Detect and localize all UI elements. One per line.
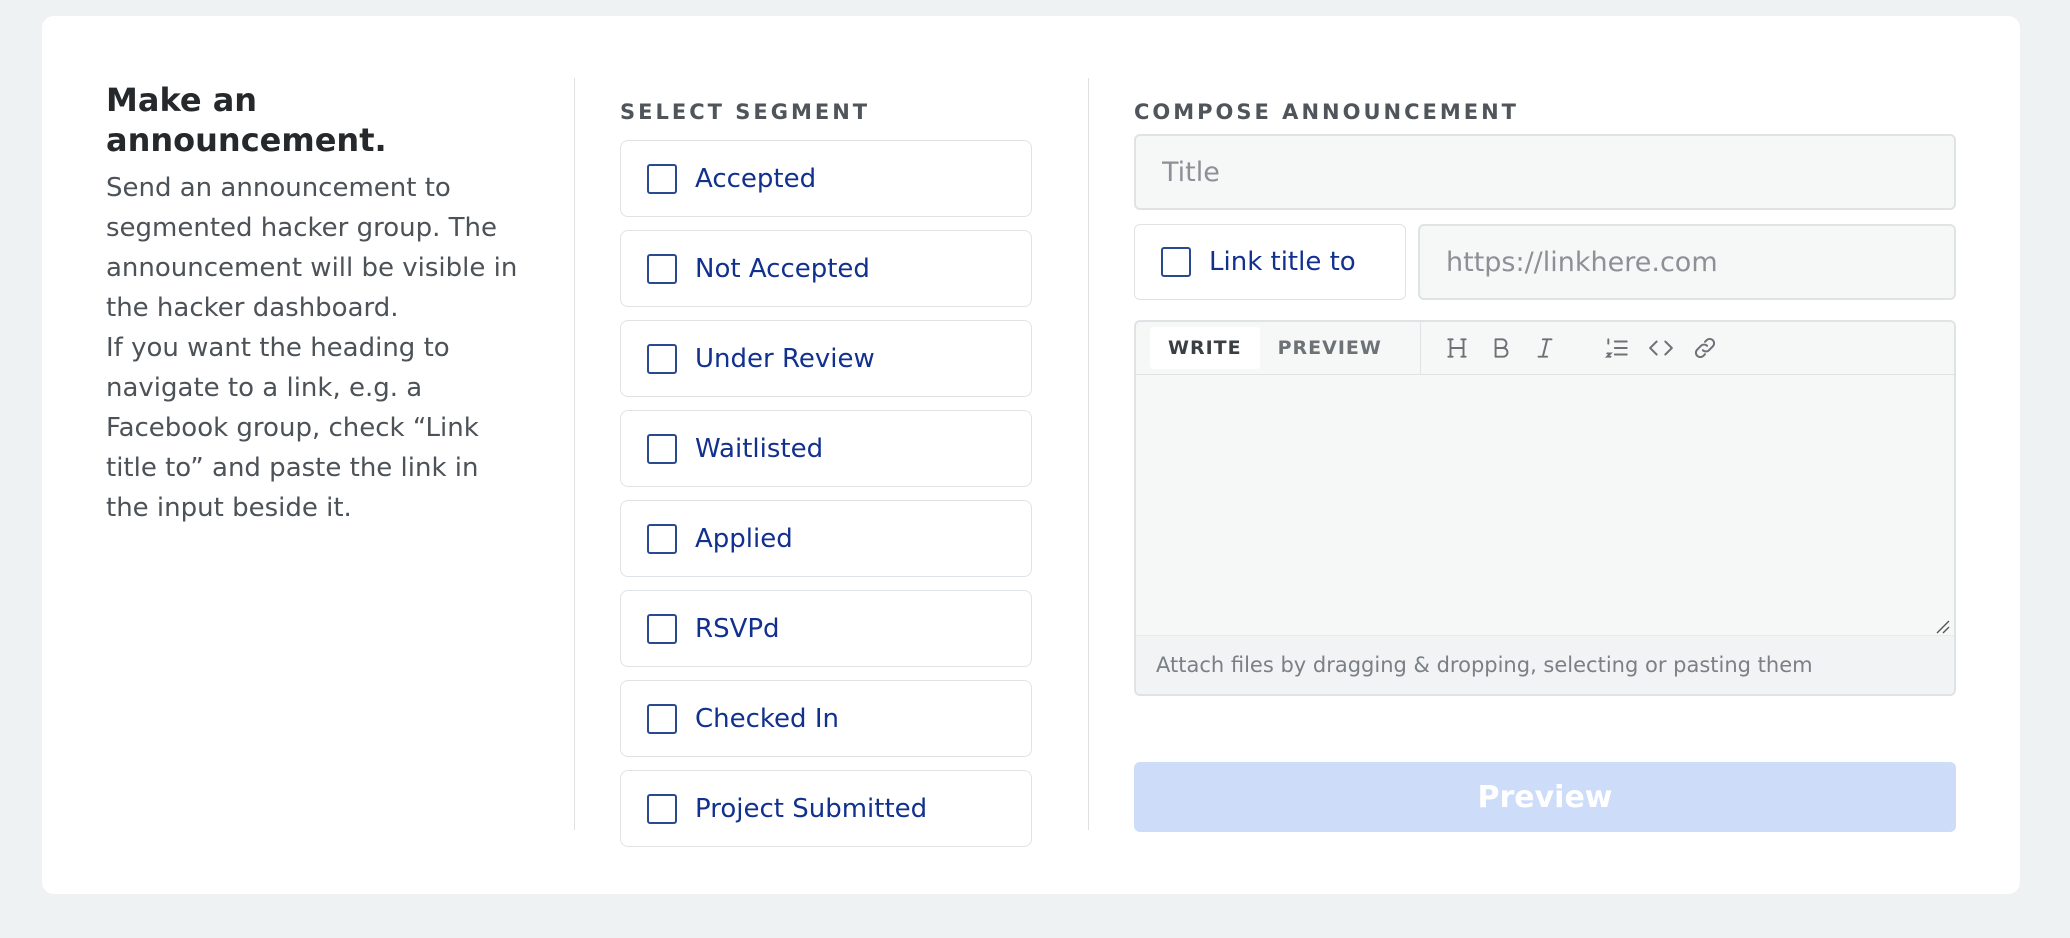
segment-option-not-accepted[interactable]: Not Accepted — [620, 230, 1032, 307]
code-icon[interactable] — [1647, 334, 1675, 362]
segment-option-under-review[interactable]: Under Review — [620, 320, 1032, 397]
segment-option-checked-in[interactable]: Checked In — [620, 680, 1032, 757]
editor-toolbar: WRITE PREVIEW — [1136, 322, 1954, 375]
intro-column: Make an announcement. Send an announceme… — [106, 80, 526, 528]
link-icon[interactable] — [1691, 334, 1719, 362]
attach-files-hint[interactable]: Attach files by dragging & dropping, sel… — [1136, 635, 1954, 694]
link-title-toggle[interactable]: Link title to — [1134, 224, 1406, 300]
bold-icon[interactable] — [1487, 334, 1515, 362]
segment-option-label: RSVPd — [695, 613, 780, 644]
italic-icon[interactable] — [1531, 334, 1559, 362]
segment-checkbox[interactable] — [647, 433, 677, 464]
page-title: Make an announcement. — [106, 81, 387, 159]
announcement-body-textarea[interactable] — [1136, 375, 1954, 635]
segment-option-label: Applied — [695, 523, 793, 554]
ordered-list-icon[interactable] — [1603, 334, 1631, 362]
segment-column: SELECT SEGMENT Accepted Not Accepted Und… — [620, 98, 1032, 847]
segment-list: Accepted Not Accepted Under Review Waitl… — [620, 140, 1032, 847]
toolbar-separator — [1419, 322, 1421, 374]
segment-option-label: Checked In — [695, 703, 839, 734]
segment-option-label: Waitlisted — [695, 433, 824, 464]
segment-option-label: Accepted — [695, 163, 817, 194]
compose-column: COMPOSE ANNOUNCEMENT Link title to WRITE… — [1134, 98, 1956, 832]
segment-checkbox[interactable] — [647, 793, 677, 824]
resize-grip-icon[interactable] — [1934, 618, 1950, 634]
link-title-checkbox[interactable] — [1161, 247, 1191, 277]
announcement-title-input[interactable] — [1134, 134, 1956, 210]
announcement-card: Make an announcement. Send an announceme… — [42, 16, 2020, 894]
link-title-label: Link title to — [1209, 247, 1356, 277]
segment-checkbox[interactable] — [647, 523, 677, 554]
compose-section-label: COMPOSE ANNOUNCEMENT — [1134, 100, 1519, 124]
link-url-input[interactable] — [1418, 224, 1956, 300]
segment-checkbox[interactable] — [647, 253, 677, 284]
segment-checkbox[interactable] — [647, 343, 677, 374]
segment-option-label: Project Submitted — [695, 793, 928, 824]
segment-option-label: Under Review — [695, 343, 875, 374]
heading-icon[interactable] — [1443, 334, 1471, 362]
markdown-editor: WRITE PREVIEW Attach files by dragging &… — [1134, 320, 1956, 696]
segment-option-rsvpd[interactable]: RSVPd — [620, 590, 1032, 667]
preview-button[interactable]: Preview — [1134, 762, 1956, 832]
tab-write[interactable]: WRITE — [1150, 327, 1260, 369]
segment-option-label: Not Accepted — [695, 253, 870, 284]
segment-option-waitlisted[interactable]: Waitlisted — [620, 410, 1032, 487]
tab-preview[interactable]: PREVIEW — [1260, 327, 1400, 369]
segment-option-applied[interactable]: Applied — [620, 500, 1032, 577]
column-divider — [1088, 78, 1089, 830]
segment-option-project-submitted[interactable]: Project Submitted — [620, 770, 1032, 847]
link-row: Link title to — [1134, 224, 1956, 300]
column-divider — [574, 78, 575, 830]
segment-option-accepted[interactable]: Accepted — [620, 140, 1032, 217]
segment-section-label: SELECT SEGMENT — [620, 100, 871, 124]
segment-checkbox[interactable] — [647, 703, 677, 734]
segment-checkbox[interactable] — [647, 163, 677, 194]
intro-description: Send an announcement to segmented hacker… — [106, 173, 518, 323]
segment-checkbox[interactable] — [647, 613, 677, 644]
intro-link-instructions: If you want the heading to navigate to a… — [106, 333, 479, 523]
